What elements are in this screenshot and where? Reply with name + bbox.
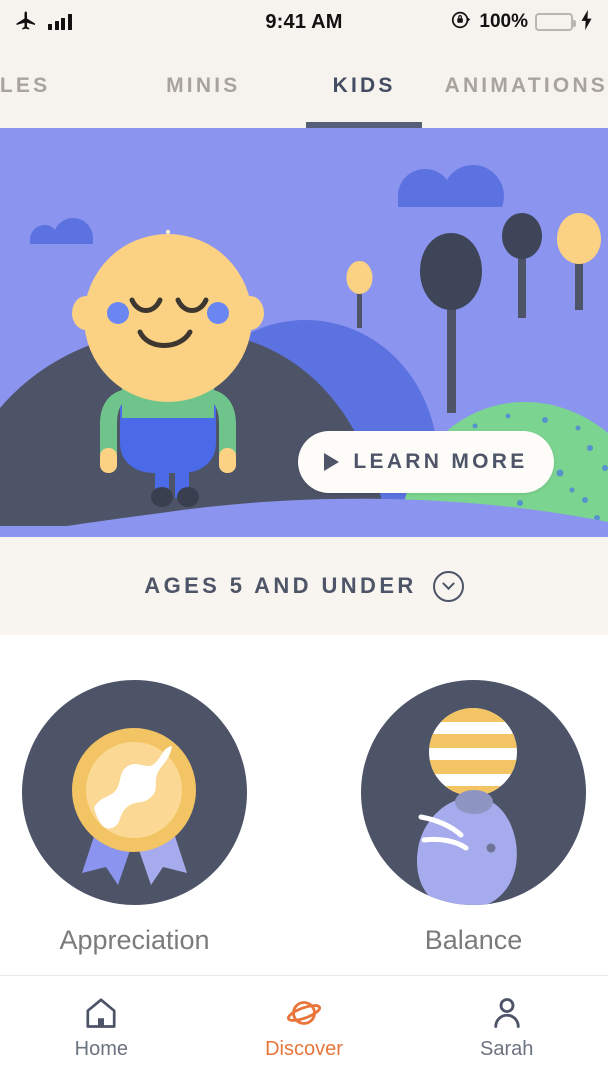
category-card-balance[interactable]: Balance	[361, 680, 586, 975]
nav-item-profile[interactable]: Sarah	[405, 995, 608, 1061]
category-card-list: Appreciation Balance	[0, 635, 608, 975]
seal-balancing-ball-icon	[416, 708, 517, 905]
nav-label-home: Home	[74, 1038, 129, 1060]
tab-minis[interactable]: MINIS	[123, 44, 284, 128]
status-bar: 9:41 AM 100%	[0, 0, 608, 44]
home-icon	[86, 998, 116, 1028]
status-bar-left	[14, 8, 72, 37]
ages-filter-label: AGES 5 AND UNDER	[144, 573, 417, 598]
chevron-down-circle-icon[interactable]	[432, 570, 464, 602]
planet-icon	[286, 1001, 322, 1025]
nav-label-discover: Discover	[265, 1038, 343, 1060]
bottom-navigation: Home Discover Sarah	[0, 975, 608, 1080]
app-root: 9:41 AM 100% NGLES MINIS KIDS ANIMATIONS	[0, 0, 608, 1080]
person-icon	[493, 998, 520, 1028]
rotation-lock-icon	[450, 9, 472, 36]
tab-kids[interactable]: KIDS	[284, 44, 445, 128]
balance-circle[interactable]	[361, 680, 586, 905]
character-cheek-left	[107, 302, 129, 324]
airplane-icon	[14, 8, 38, 37]
ages-filter-row[interactable]: AGES 5 AND UNDER	[0, 537, 608, 635]
nav-label-profile: Sarah	[479, 1038, 534, 1060]
appreciation-circle[interactable]	[22, 680, 247, 905]
nav-item-home[interactable]: Home	[0, 995, 203, 1061]
category-card-appreciation[interactable]: Appreciation	[22, 680, 247, 975]
status-bar-right: 100%	[450, 9, 594, 36]
play-triangle-icon	[324, 453, 340, 471]
learn-more-label: LEARN MORE	[353, 450, 528, 473]
battery-icon	[535, 13, 576, 31]
learn-more-button[interactable]: LEARN MORE	[298, 431, 554, 493]
category-tab-bar[interactable]: NGLES MINIS KIDS ANIMATIONS	[0, 44, 608, 128]
tab-singles[interactable]: NGLES	[0, 44, 123, 128]
nav-item-discover[interactable]: Discover	[203, 995, 406, 1061]
award-medal-icon	[72, 728, 196, 885]
character-cheek-right	[207, 302, 229, 324]
lightning-bolt-icon	[580, 9, 594, 36]
category-label: Appreciation	[59, 925, 210, 955]
signal-bars-icon	[48, 14, 72, 30]
tab-animations[interactable]: ANIMATIONS	[445, 44, 608, 128]
category-label: Balance	[424, 925, 523, 955]
battery-percent: 100%	[479, 11, 528, 32]
